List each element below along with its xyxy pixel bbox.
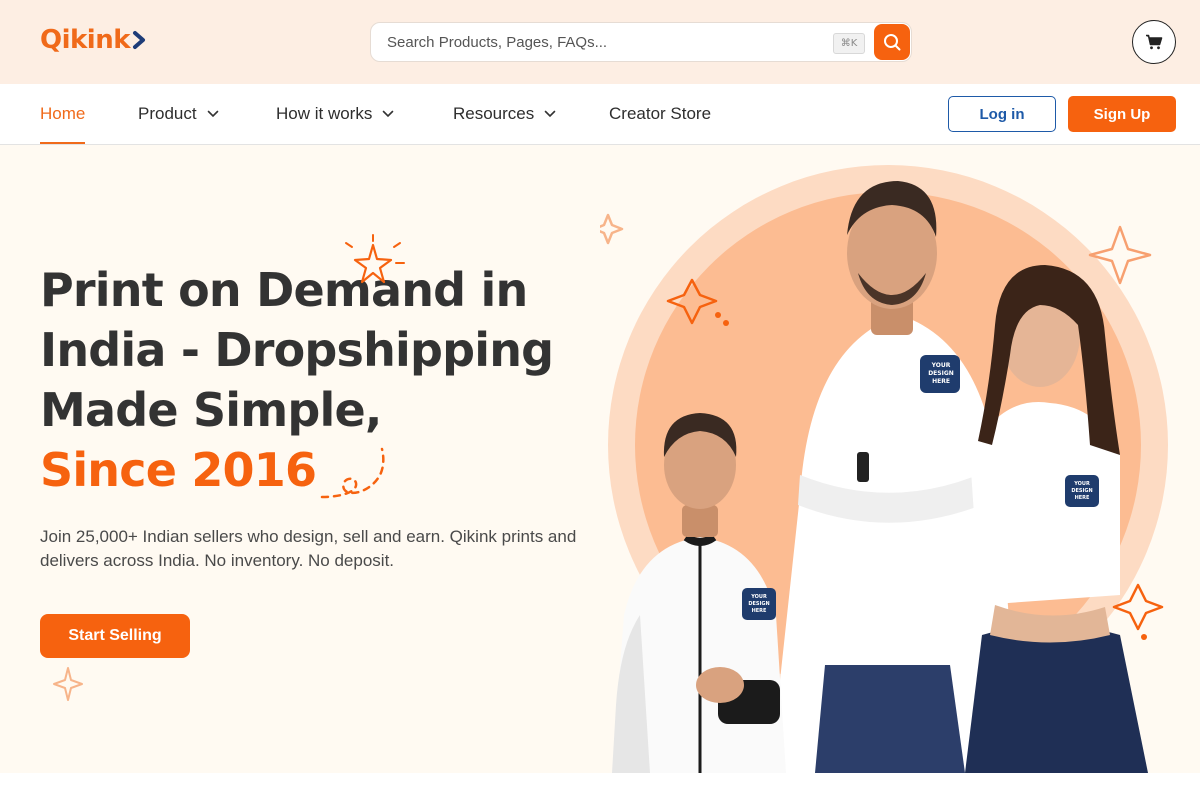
hero-headline-line-2: India - Dropshipping — [40, 323, 554, 377]
nav-home[interactable]: Home — [40, 84, 86, 144]
swirl-doodle-icon — [320, 447, 385, 499]
shortcut-hint: ⌘K — [833, 33, 865, 54]
nav-product[interactable]: Product — [138, 84, 219, 144]
cart-icon — [1146, 34, 1163, 50]
cart-button[interactable] — [1132, 20, 1176, 64]
man-tshirt-design-badge: YOUR DESIGN HERE — [928, 362, 954, 385]
qikink-logo[interactable]: Qikink — [40, 25, 146, 55]
hero-subtext: Join 25,000+ Indian sellers who design, … — [40, 527, 577, 570]
nav-how-it-works-label: How it works — [276, 104, 373, 123]
chevron-down-icon — [544, 110, 556, 118]
nav-home-label: Home — [40, 104, 86, 123]
hero-headline-line-1: Print on Demand in — [40, 263, 528, 317]
page-below-fold — [0, 773, 1200, 800]
nav-how-it-works[interactable]: How it works — [276, 84, 394, 144]
nav-resources[interactable]: Resources — [453, 84, 556, 144]
logo-chevron-icon — [133, 31, 146, 49]
signup-button[interactable]: Sign Up — [1068, 96, 1176, 132]
chevron-down-icon — [383, 110, 394, 118]
nav-product-label: Product — [138, 104, 197, 123]
start-selling-button[interactable]: Start Selling — [40, 614, 190, 658]
search-icon — [884, 34, 901, 51]
login-button[interactable]: Log in — [948, 96, 1056, 132]
sparkle-icon — [53, 667, 83, 701]
nav-creator-store[interactable]: Creator Store — [609, 84, 711, 144]
hero-illustration — [600, 165, 1168, 773]
hero-section: Print on Demand in India - Dropshipping … — [0, 145, 1200, 773]
chevron-down-icon — [207, 110, 218, 118]
sparkle-star-icon — [345, 234, 405, 284]
logo-text: Qikink — [40, 25, 131, 55]
hero-headline-line-3: Made Simple, — [40, 383, 382, 437]
boy-tshirt-design-badge: YOUR DESIGN HERE — [748, 593, 770, 614]
woman-tshirt-design-badge: YOUR DESIGN HERE — [1071, 480, 1093, 501]
nav-creator-store-label: Creator Store — [609, 104, 712, 123]
main-nav: Home Product How it works Resources Crea… — [0, 84, 1200, 145]
top-bar: Qikink ⌘K — [0, 0, 1200, 84]
search-button[interactable] — [874, 24, 910, 60]
nav-resources-label: Resources — [453, 104, 535, 123]
search-bar: ⌘K — [370, 22, 912, 62]
hero-highlight: Since 2016 — [40, 443, 317, 497]
search-input[interactable] — [387, 23, 817, 61]
